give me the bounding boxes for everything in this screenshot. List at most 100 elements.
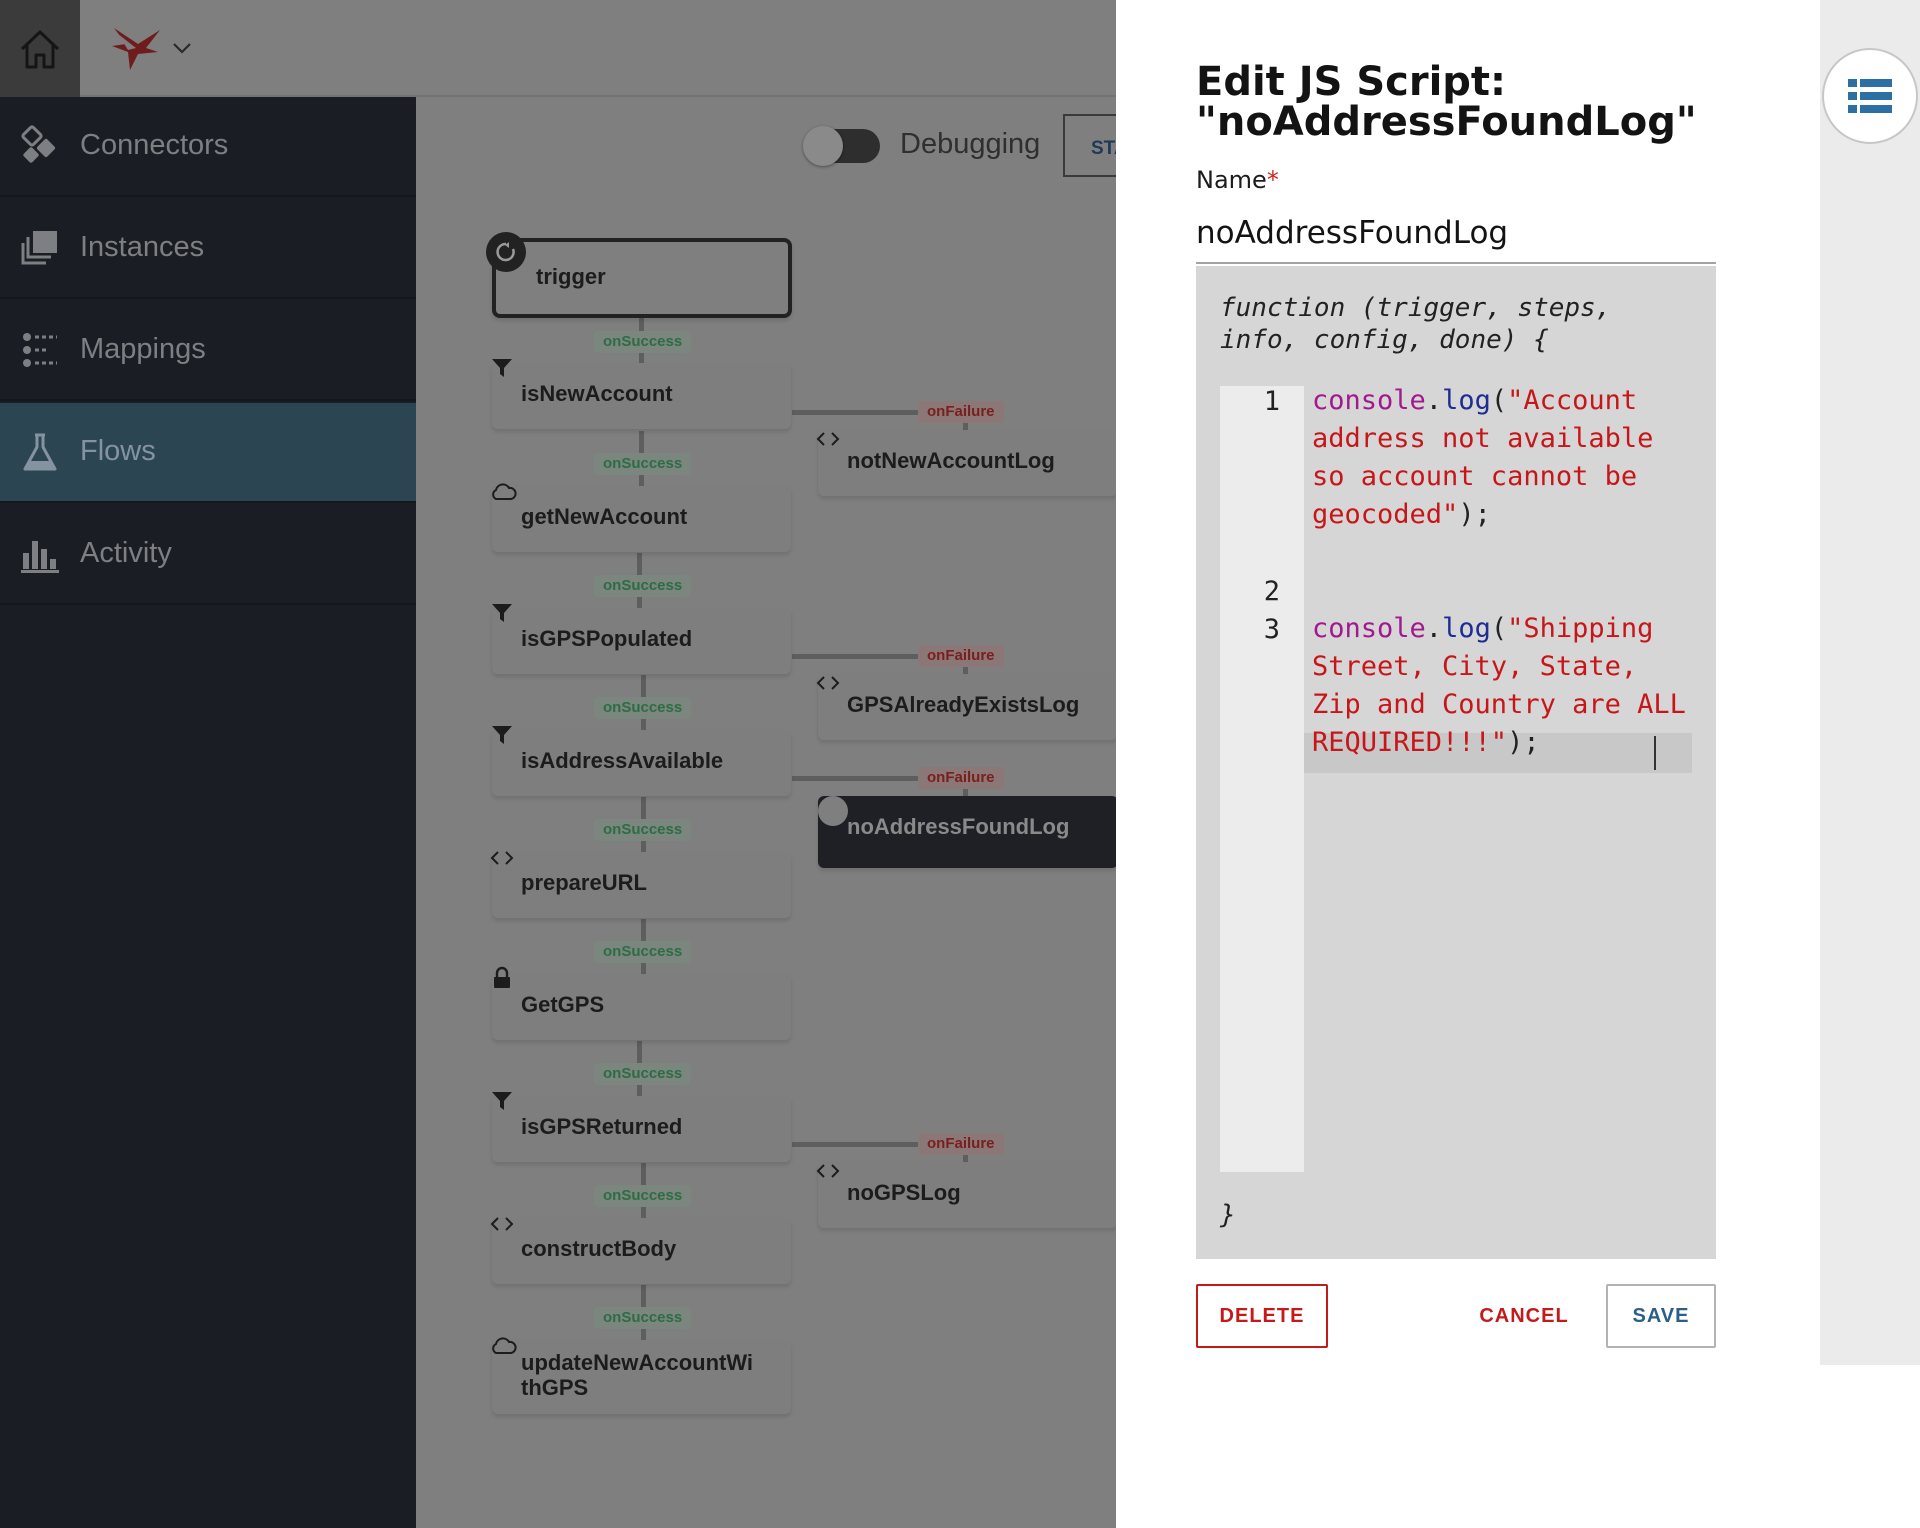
filter-icon [492, 726, 512, 744]
code-token-method: log [1442, 613, 1491, 644]
cloud-icon [492, 483, 517, 500]
code-editor[interactable]: function (trigger, steps, info, config, … [1196, 266, 1716, 1259]
code-token-dot: . [1425, 613, 1443, 644]
sidebar-item-instances[interactable]: Instances [0, 199, 416, 299]
sidebar-item-flows[interactable]: Flows [0, 403, 416, 503]
brand-logo-icon [112, 28, 160, 70]
instances-icon [21, 231, 57, 265]
line-number: 1 [1263, 386, 1280, 417]
sidebar-item-label: Instances [80, 231, 205, 263]
on-success-badge: onSuccess [594, 453, 692, 475]
code-token-paren: ( [1490, 385, 1508, 416]
code-token-paren: ( [1490, 613, 1508, 644]
flow-node-step[interactable]: isGPSReturned [492, 1096, 791, 1162]
sidebar-item-activity[interactable]: Activity [0, 505, 416, 605]
line-number: 3 [1263, 614, 1280, 645]
sidebar-item-label: Connectors [80, 129, 229, 161]
node-label: notNewAccountLog [847, 448, 1055, 473]
sidebar-item-mappings[interactable]: Mappings [0, 301, 416, 401]
text-cursor [1654, 736, 1656, 770]
code-icon [816, 432, 840, 446]
flask-icon [23, 433, 57, 471]
flow-node-step[interactable]: GetGPS [492, 974, 791, 1040]
node-label: getNewAccount [521, 504, 688, 529]
flow-node-step[interactable]: constructBody [492, 1218, 791, 1284]
panel-title: Edit JS Script: "noAddressFoundLog" [1196, 62, 1736, 142]
flow-node-step[interactable]: isNewAccount [492, 363, 791, 429]
cancel-button[interactable]: CANCEL [1458, 1284, 1590, 1348]
node-label: isAddressAvailable [521, 748, 724, 773]
name-input[interactable] [1196, 204, 1716, 264]
code-token-dot: . [1425, 385, 1443, 416]
edit-script-panel: Edit JS Script: "noAddressFoundLog" Name… [1116, 0, 1820, 1528]
node-label: prepareURL [521, 870, 647, 895]
chevron-down-icon [173, 43, 191, 54]
flow-node-failure-step[interactable]: GPSAlreadyExistsLog [818, 674, 1116, 740]
selected-node-marker [818, 796, 848, 826]
panel-title-line: "noAddressFoundLog" [1196, 99, 1697, 145]
code-token-object: console [1312, 385, 1426, 416]
sidebar-item-connectors[interactable]: Connectors [0, 97, 416, 197]
connectors-icon [21, 125, 56, 163]
on-success-badge: onSuccess [594, 1307, 692, 1329]
flow-node-step[interactable]: isGPSPopulated [492, 608, 791, 674]
node-label: trigger [536, 264, 606, 289]
right-rail [1820, 0, 1920, 1365]
function-signature: function (trigger, steps, info, config, … [1220, 293, 1612, 355]
node-label: updateNewAccountWi [521, 1350, 754, 1375]
toggle-knob [803, 126, 843, 166]
on-success-badge: onSuccess [594, 819, 692, 841]
on-success-badge: onSuccess [594, 331, 692, 353]
node-label: noAddressFoundLog [847, 814, 1070, 839]
home-button[interactable] [0, 0, 80, 97]
code-icon [490, 1217, 514, 1231]
filter-icon [492, 1092, 512, 1110]
node-label: GPSAlreadyExistsLog [847, 692, 1080, 717]
save-button[interactable]: SAVE [1606, 1284, 1716, 1348]
sidebar-item-label: Flows [80, 435, 156, 467]
code-line[interactable]: console.log("Account address not availab… [1312, 382, 1688, 534]
bar-chart-icon [21, 541, 59, 573]
code-area[interactable]: 1 2 3 console.log("Account address not a… [1220, 385, 1692, 1172]
flow-node-step[interactable]: isAddressAvailable [492, 730, 791, 796]
code-icon [816, 1164, 840, 1178]
on-failure-badge: onFailure [918, 1133, 1004, 1155]
code-line[interactable]: console.log("Shipping Street, City, Stat… [1312, 610, 1688, 762]
node-label: thGPS [521, 1375, 589, 1400]
flow-node-failure-step[interactable]: notNewAccountLog [818, 430, 1116, 496]
flow-node-step[interactable]: prepareURL [492, 852, 791, 918]
closing-brace: } [1220, 1200, 1236, 1230]
flow-node-failure-step-selected[interactable]: noAddressFoundLog [818, 796, 1116, 868]
debugging-toggle[interactable] [803, 126, 880, 166]
on-failure-badge: onFailure [918, 767, 1004, 789]
name-label-text: Name [1196, 166, 1267, 194]
node-label: isNewAccount [521, 381, 673, 406]
code-token-close: ); [1458, 499, 1491, 530]
home-icon [20, 30, 60, 68]
flow-node-step[interactable]: getNewAccount [492, 486, 791, 552]
node-label: noGPSLog [847, 1180, 961, 1205]
delete-button[interactable]: DELETE [1196, 1284, 1328, 1348]
brand-logo-menu[interactable] [108, 18, 198, 78]
node-label: GetGPS [521, 992, 605, 1017]
trigger-icon [486, 232, 526, 272]
flow-node-failure-step[interactable]: noGPSLog [818, 1162, 1116, 1228]
on-failure-badge: onFailure [918, 401, 1004, 423]
line-number: 2 [1263, 576, 1280, 607]
line-number-gutter [1220, 386, 1304, 1172]
code-token-close: ); [1507, 727, 1540, 758]
top-bar [0, 0, 1116, 97]
flow-node-step[interactable]: updateNewAccountWi thGPS [492, 1340, 791, 1414]
code-token-method: log [1442, 385, 1491, 416]
sidebar: Connectors Instances Mappings Flows Acti… [0, 97, 416, 1528]
on-success-badge: onSuccess [594, 1063, 692, 1085]
list-view-button[interactable] [1822, 48, 1918, 144]
on-success-badge: onSuccess [594, 941, 692, 963]
required-marker: * [1266, 166, 1279, 194]
start-button[interactable]: START [1063, 114, 1116, 177]
on-failure-badge: onFailure [918, 645, 1004, 667]
filter-icon [492, 604, 512, 622]
code-icon [490, 851, 514, 865]
flow-node-trigger[interactable]: trigger [492, 238, 792, 318]
on-success-badge: onSuccess [594, 697, 692, 719]
